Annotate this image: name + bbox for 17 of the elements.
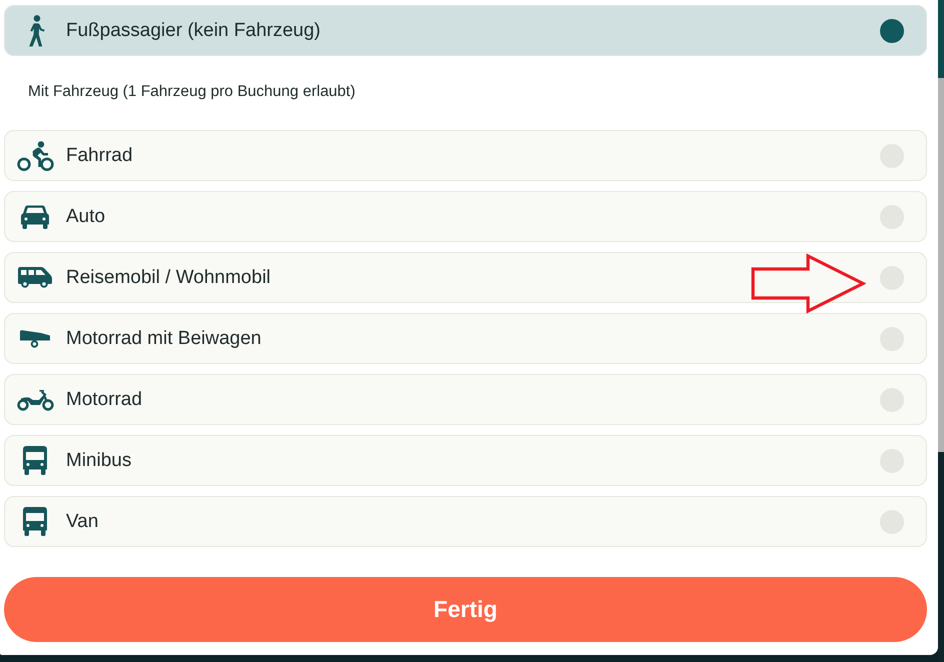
passenger-option[interactable]: Fußpassagier (kein Fahrzeug) bbox=[4, 5, 927, 56]
vehicle-option[interactable]: Motorrad bbox=[4, 374, 927, 425]
cyclist-icon bbox=[16, 140, 54, 170]
trailer-icon bbox=[20, 330, 50, 348]
radio-button[interactable] bbox=[880, 18, 904, 42]
car-icon bbox=[21, 204, 49, 228]
vehicle-option[interactable]: Motorrad mit Beiwagen bbox=[4, 313, 927, 364]
vehicle-option[interactable]: Fahrrad bbox=[4, 130, 927, 181]
vehicle-option[interactable]: Reisemobil / Wohnmobil bbox=[4, 252, 927, 303]
motorcycle-icon bbox=[16, 388, 54, 410]
bus-icon bbox=[23, 507, 47, 536]
section-heading: Mit Fahrzeug (1 Fahrzeug pro Buchung erlaubt) bbox=[28, 83, 356, 101]
vehicle-option[interactable]: Auto bbox=[4, 191, 927, 242]
vehicle-option[interactable]: Van bbox=[4, 496, 927, 547]
bus-icon bbox=[23, 446, 47, 475]
vehicle-option[interactable]: Minibus bbox=[4, 435, 927, 486]
camper-van-icon bbox=[18, 267, 52, 288]
